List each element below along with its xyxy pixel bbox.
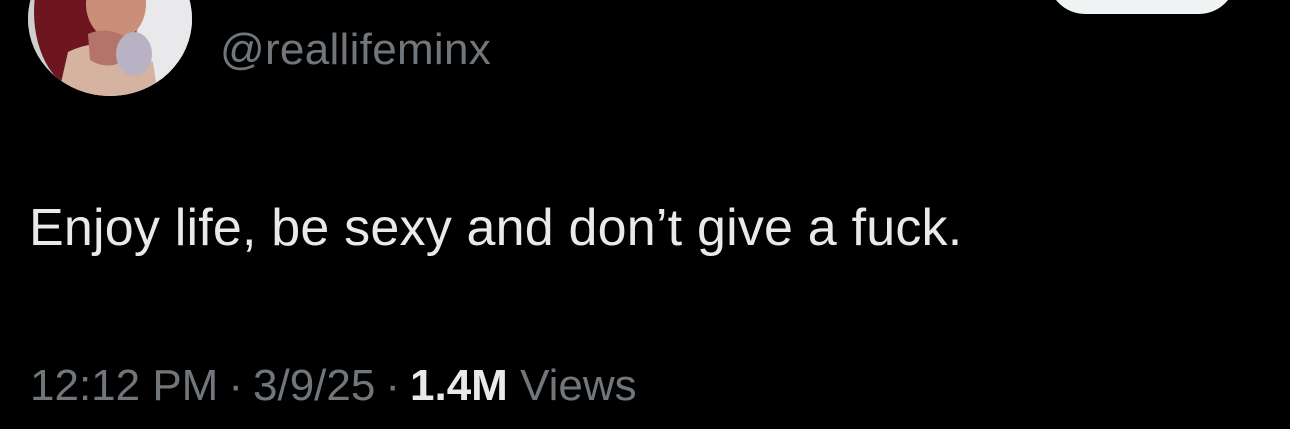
- tweet-text: Enjoy life, be sexy and don’t give a fuc…: [29, 199, 963, 257]
- avatar-image: [28, 0, 192, 96]
- views-label: Views: [520, 361, 637, 410]
- user-handle[interactable]: @reallifeminx: [220, 24, 491, 76]
- tweet-meta: 12:12 PM · 3/9/25 · 1.4M Views: [30, 358, 637, 414]
- tweet-date[interactable]: 3/9/25: [253, 361, 375, 410]
- tweet-time[interactable]: 12:12 PM: [30, 361, 218, 410]
- follow-button[interactable]: [1048, 0, 1236, 14]
- views-count[interactable]: 1.4M: [410, 361, 508, 410]
- meta-separator: ·: [385, 361, 400, 410]
- meta-separator: ·: [228, 361, 243, 410]
- profile-avatar[interactable]: [28, 0, 192, 96]
